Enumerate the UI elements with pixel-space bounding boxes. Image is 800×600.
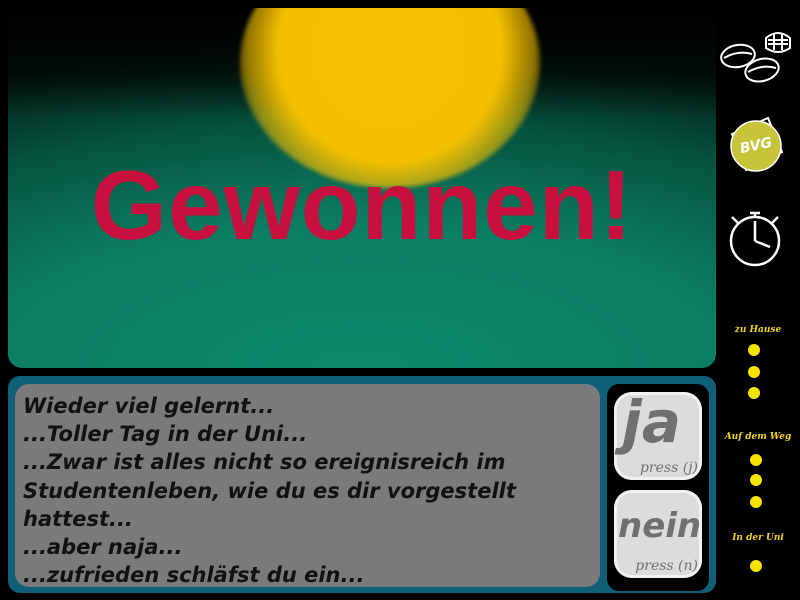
- progress-dot: [750, 496, 762, 508]
- progress-dot: [748, 344, 760, 356]
- message-line: hattest...: [23, 506, 133, 531]
- bvg-ticket-icon: BVG: [730, 116, 784, 172]
- message-line: ...Toller Tag in der Uni...: [23, 422, 308, 447]
- message-text: Wieder viel gelernt... ...Toller Tag in …: [23, 392, 592, 589]
- stopwatch-icon: [729, 211, 781, 267]
- progress-dot: [748, 387, 760, 399]
- message-line: ...Zwar ist alles nicht so ereignisreich…: [23, 450, 506, 475]
- message-line: ...zufrieden schläfst du ein...: [23, 563, 365, 588]
- scene-panel: Gewonnen!: [8, 8, 716, 368]
- yes-button[interactable]: ja press (j): [614, 388, 702, 480]
- progress-dot: [748, 366, 760, 378]
- message-line: Wieder viel gelernt...: [23, 394, 275, 418]
- progress-dot: [750, 474, 762, 486]
- yes-button-hint: press (j): [639, 460, 698, 476]
- location-label-uni: In der Uni: [732, 533, 784, 543]
- location-label-way: Auf dem Weg: [724, 432, 792, 442]
- headline: Gewonnen!: [90, 150, 634, 260]
- progress-dot: [750, 454, 762, 466]
- food-icon: [720, 32, 791, 83]
- no-button-hint: press (n): [635, 558, 698, 574]
- no-button[interactable]: nein press (n): [614, 490, 702, 578]
- yes-button-label: ja: [622, 388, 682, 456]
- message-box: Wieder viel gelernt... ...Toller Tag in …: [15, 384, 600, 587]
- message-line: Studentenleben, wie du es dir vorgestell…: [23, 478, 516, 503]
- no-button-label: nein: [618, 506, 702, 546]
- progress-dot: [750, 560, 762, 572]
- message-line: ...aber naja...: [23, 535, 183, 560]
- location-label-home: zu Hause: [734, 325, 782, 335]
